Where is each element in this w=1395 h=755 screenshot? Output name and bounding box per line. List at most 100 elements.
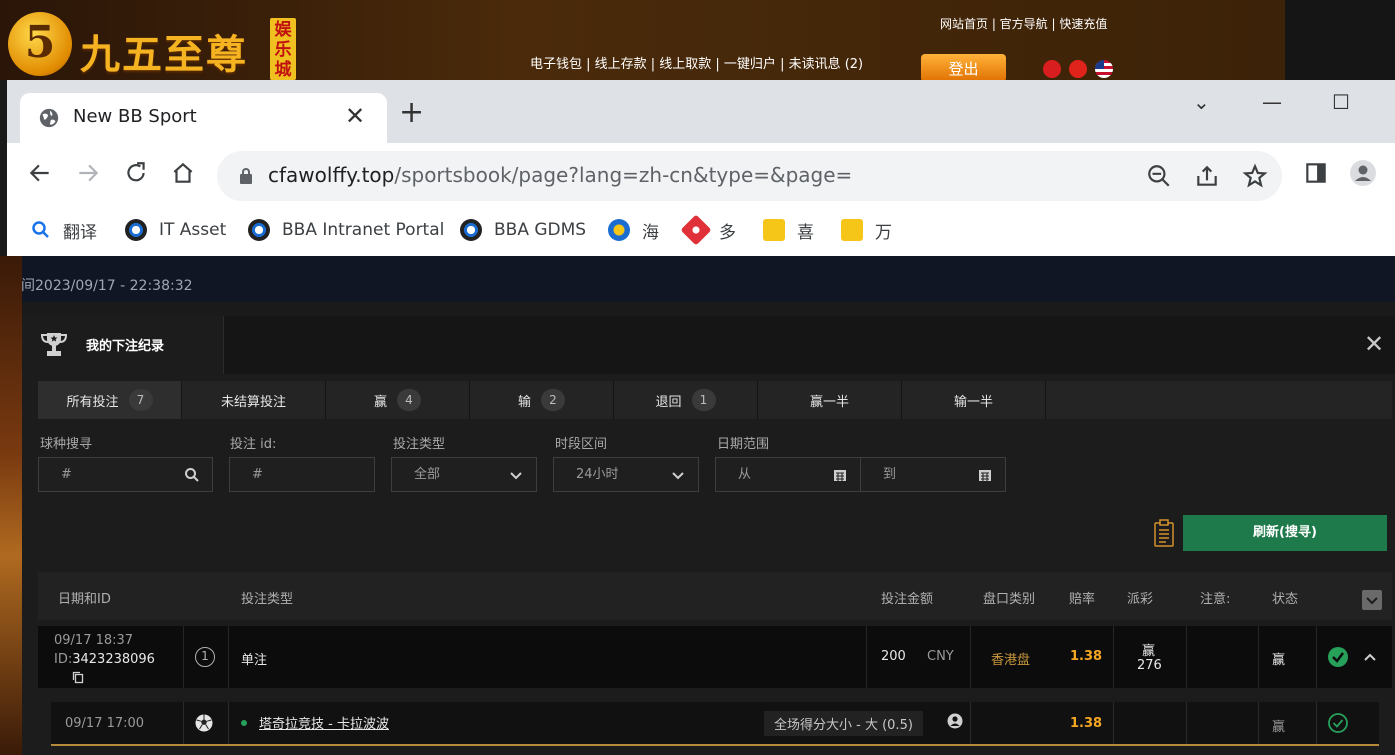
clipboard-icon[interactable] xyxy=(1153,519,1175,547)
tab-count-badge: 4 xyxy=(397,389,421,411)
bookmark-wan[interactable]: 万 xyxy=(841,217,892,243)
tab-unsettled-bets[interactable]: 未结算投注 xyxy=(182,381,326,419)
bet-selection-row[interactable]: 09/17 17:00 塔奇拉竞技 - 卡拉波波 全场得分大小 - 大 (0.5… xyxy=(51,702,1379,746)
back-icon[interactable] xyxy=(27,160,53,186)
trophy-icon xyxy=(41,333,67,356)
calendar-icon xyxy=(834,470,846,481)
col-date-id: 日期和ID xyxy=(58,592,111,607)
bet-currency: CNY xyxy=(927,649,954,664)
selection-match-link[interactable]: 塔奇拉竞技 - 卡拉波波 xyxy=(259,713,389,732)
bet-id-input[interactable]: # xyxy=(229,457,375,492)
sea-logo-icon xyxy=(608,219,630,241)
bookmark-it-asset[interactable]: IT Asset xyxy=(125,217,226,243)
bet-odds: 1.38 xyxy=(1070,649,1103,664)
panel-title: 我的下注纪录 xyxy=(86,339,165,354)
tab-refunded-bets[interactable]: 退回 1 xyxy=(614,381,758,419)
site-logo-badge: 娱乐城 xyxy=(270,18,296,80)
tab-count-badge: 1 xyxy=(691,389,716,411)
date-range-label: 日期范围 xyxy=(717,437,770,452)
period-select[interactable]: 24小时 xyxy=(553,457,699,492)
tab-count-badge: 2 xyxy=(541,389,565,411)
chevron-down-icon xyxy=(672,472,684,480)
table-row[interactable]: 09/17 18:37 ID:3423238096 1 单注 200 CNY 香… xyxy=(38,626,1392,688)
site-header-right xyxy=(1285,0,1395,80)
flag-us-icon[interactable] xyxy=(1095,60,1113,78)
chevron-down-icon xyxy=(510,472,522,480)
page-top-strip xyxy=(0,256,1395,302)
bookmark-duo[interactable]: 多 xyxy=(680,214,736,246)
date-from-input[interactable]: 从 xyxy=(715,457,861,492)
bookmark-translate[interactable]: 翻译 xyxy=(31,217,97,243)
col-bet-type: 投注类型 xyxy=(241,592,294,607)
star-icon[interactable] xyxy=(1242,163,1268,189)
diamond-logo-icon xyxy=(680,214,712,246)
bmw-icon xyxy=(248,219,270,241)
chevron-up-icon[interactable] xyxy=(1363,651,1377,663)
new-tab-button[interactable]: + xyxy=(399,98,424,128)
reload-icon[interactable] xyxy=(123,160,149,186)
bookmark-xi[interactable]: 喜 xyxy=(763,217,814,243)
search-icon xyxy=(32,221,49,238)
profile-icon[interactable] xyxy=(1350,160,1376,186)
minimize-button[interactable]: — xyxy=(1262,90,1282,114)
selection-market-badge: 全场得分大小 - 大 (0.5) xyxy=(764,711,923,736)
bet-id: ID:3423238096 xyxy=(54,652,155,667)
tab-half-won-bets[interactable]: 赢一半 xyxy=(758,381,902,419)
site-logo-icon: 5 xyxy=(8,12,72,76)
tab-all-bets[interactable]: 所有投注 7 xyxy=(38,381,182,419)
calendar-icon xyxy=(979,470,991,481)
user-info-icon[interactable] xyxy=(947,713,963,729)
date-to-input[interactable]: 到 xyxy=(860,457,1006,492)
soccer-ball-icon xyxy=(195,714,213,732)
bet-history-panel: 我的下注纪录 ✕ 所有投注 7 未结算投注 赢4 输2 退回 1 赢一半 输一半… xyxy=(22,316,1395,755)
share-icon[interactable] xyxy=(1194,163,1220,189)
col-status: 状态 xyxy=(1272,592,1299,607)
tab-lost-bets[interactable]: 输2 xyxy=(470,381,614,419)
left-decoration xyxy=(0,256,22,755)
sport-search-label: 球种搜寻 xyxy=(40,437,93,452)
flag-cn-icon[interactable] xyxy=(1069,60,1087,78)
bookmarks-bar: 翻译 IT Asset BBA Intranet Portal BBA GDMS… xyxy=(7,208,1395,256)
selection-status: 赢 xyxy=(1272,720,1286,735)
site-main-links[interactable]: 电子钱包 | 线上存款 | 线上取款 | 一键归户 | 未读讯息 (2) xyxy=(530,53,863,72)
bet-type-label: 投注类型 xyxy=(393,437,446,452)
copy-icon[interactable] xyxy=(72,671,84,684)
side-panel-icon[interactable] xyxy=(1303,160,1329,186)
period-label: 时段区间 xyxy=(555,437,608,452)
tab-new-bb-sport[interactable]: New BB Sport ✕ xyxy=(20,93,387,143)
bookmark-hai[interactable]: 海 xyxy=(608,217,659,243)
bet-payout-value: 276 xyxy=(1137,658,1162,673)
address-bar[interactable]: cfawolffy.top/sportsbook/page?lang=zh-cn… xyxy=(217,151,1282,201)
tab-close-icon[interactable]: ✕ xyxy=(345,102,365,130)
tab-search-icon[interactable]: ⌄ xyxy=(1193,90,1210,114)
col-market: 盘口类别 xyxy=(983,592,1036,607)
bet-id-label: 投注 id: xyxy=(230,437,277,452)
refresh-search-button[interactable]: 刷新(搜寻) xyxy=(1183,515,1387,551)
flag-hk-icon[interactable] xyxy=(1043,60,1061,78)
check-circle-outline-icon xyxy=(1328,713,1348,733)
bet-type-select[interactable]: 全部 xyxy=(391,457,537,492)
live-dot-icon xyxy=(241,720,247,726)
sport-search-input[interactable]: # xyxy=(38,457,213,492)
bookmark-bba-gdms[interactable]: BBA GDMS xyxy=(460,217,586,243)
home-icon[interactable] xyxy=(170,160,196,186)
expand-all-button[interactable] xyxy=(1362,590,1382,610)
close-icon[interactable]: ✕ xyxy=(1364,330,1384,358)
maximize-button[interactable]: ☐ xyxy=(1332,90,1350,114)
bet-payout-label: 赢 xyxy=(1142,644,1156,659)
tab-half-lost-bets[interactable]: 输一半 xyxy=(902,381,1046,419)
col-odds: 赔率 xyxy=(1069,592,1096,607)
bookmark-bba-intranet[interactable]: BBA Intranet Portal xyxy=(248,217,444,243)
folder-logo-icon xyxy=(763,219,785,241)
tab-won-bets[interactable]: 赢4 xyxy=(326,381,470,419)
logout-button[interactable]: 登出 xyxy=(921,54,1006,82)
bet-leg-count-icon: 1 xyxy=(195,647,215,667)
site-header: 5 九五至尊 娱乐城 网站首页 | 官方导航 | 快速充值 电子钱包 | 线上存… xyxy=(0,0,1285,82)
bet-amount: 200 xyxy=(881,649,906,664)
panel-title-box: 我的下注纪录 xyxy=(22,316,224,374)
bmw-icon xyxy=(460,219,482,241)
zoom-icon[interactable] xyxy=(1146,163,1172,189)
selection-date: 09/17 17:00 xyxy=(65,716,145,731)
forward-icon[interactable] xyxy=(75,160,101,186)
site-top-links[interactable]: 网站首页 | 官方导航 | 快速充值 xyxy=(940,15,1107,32)
